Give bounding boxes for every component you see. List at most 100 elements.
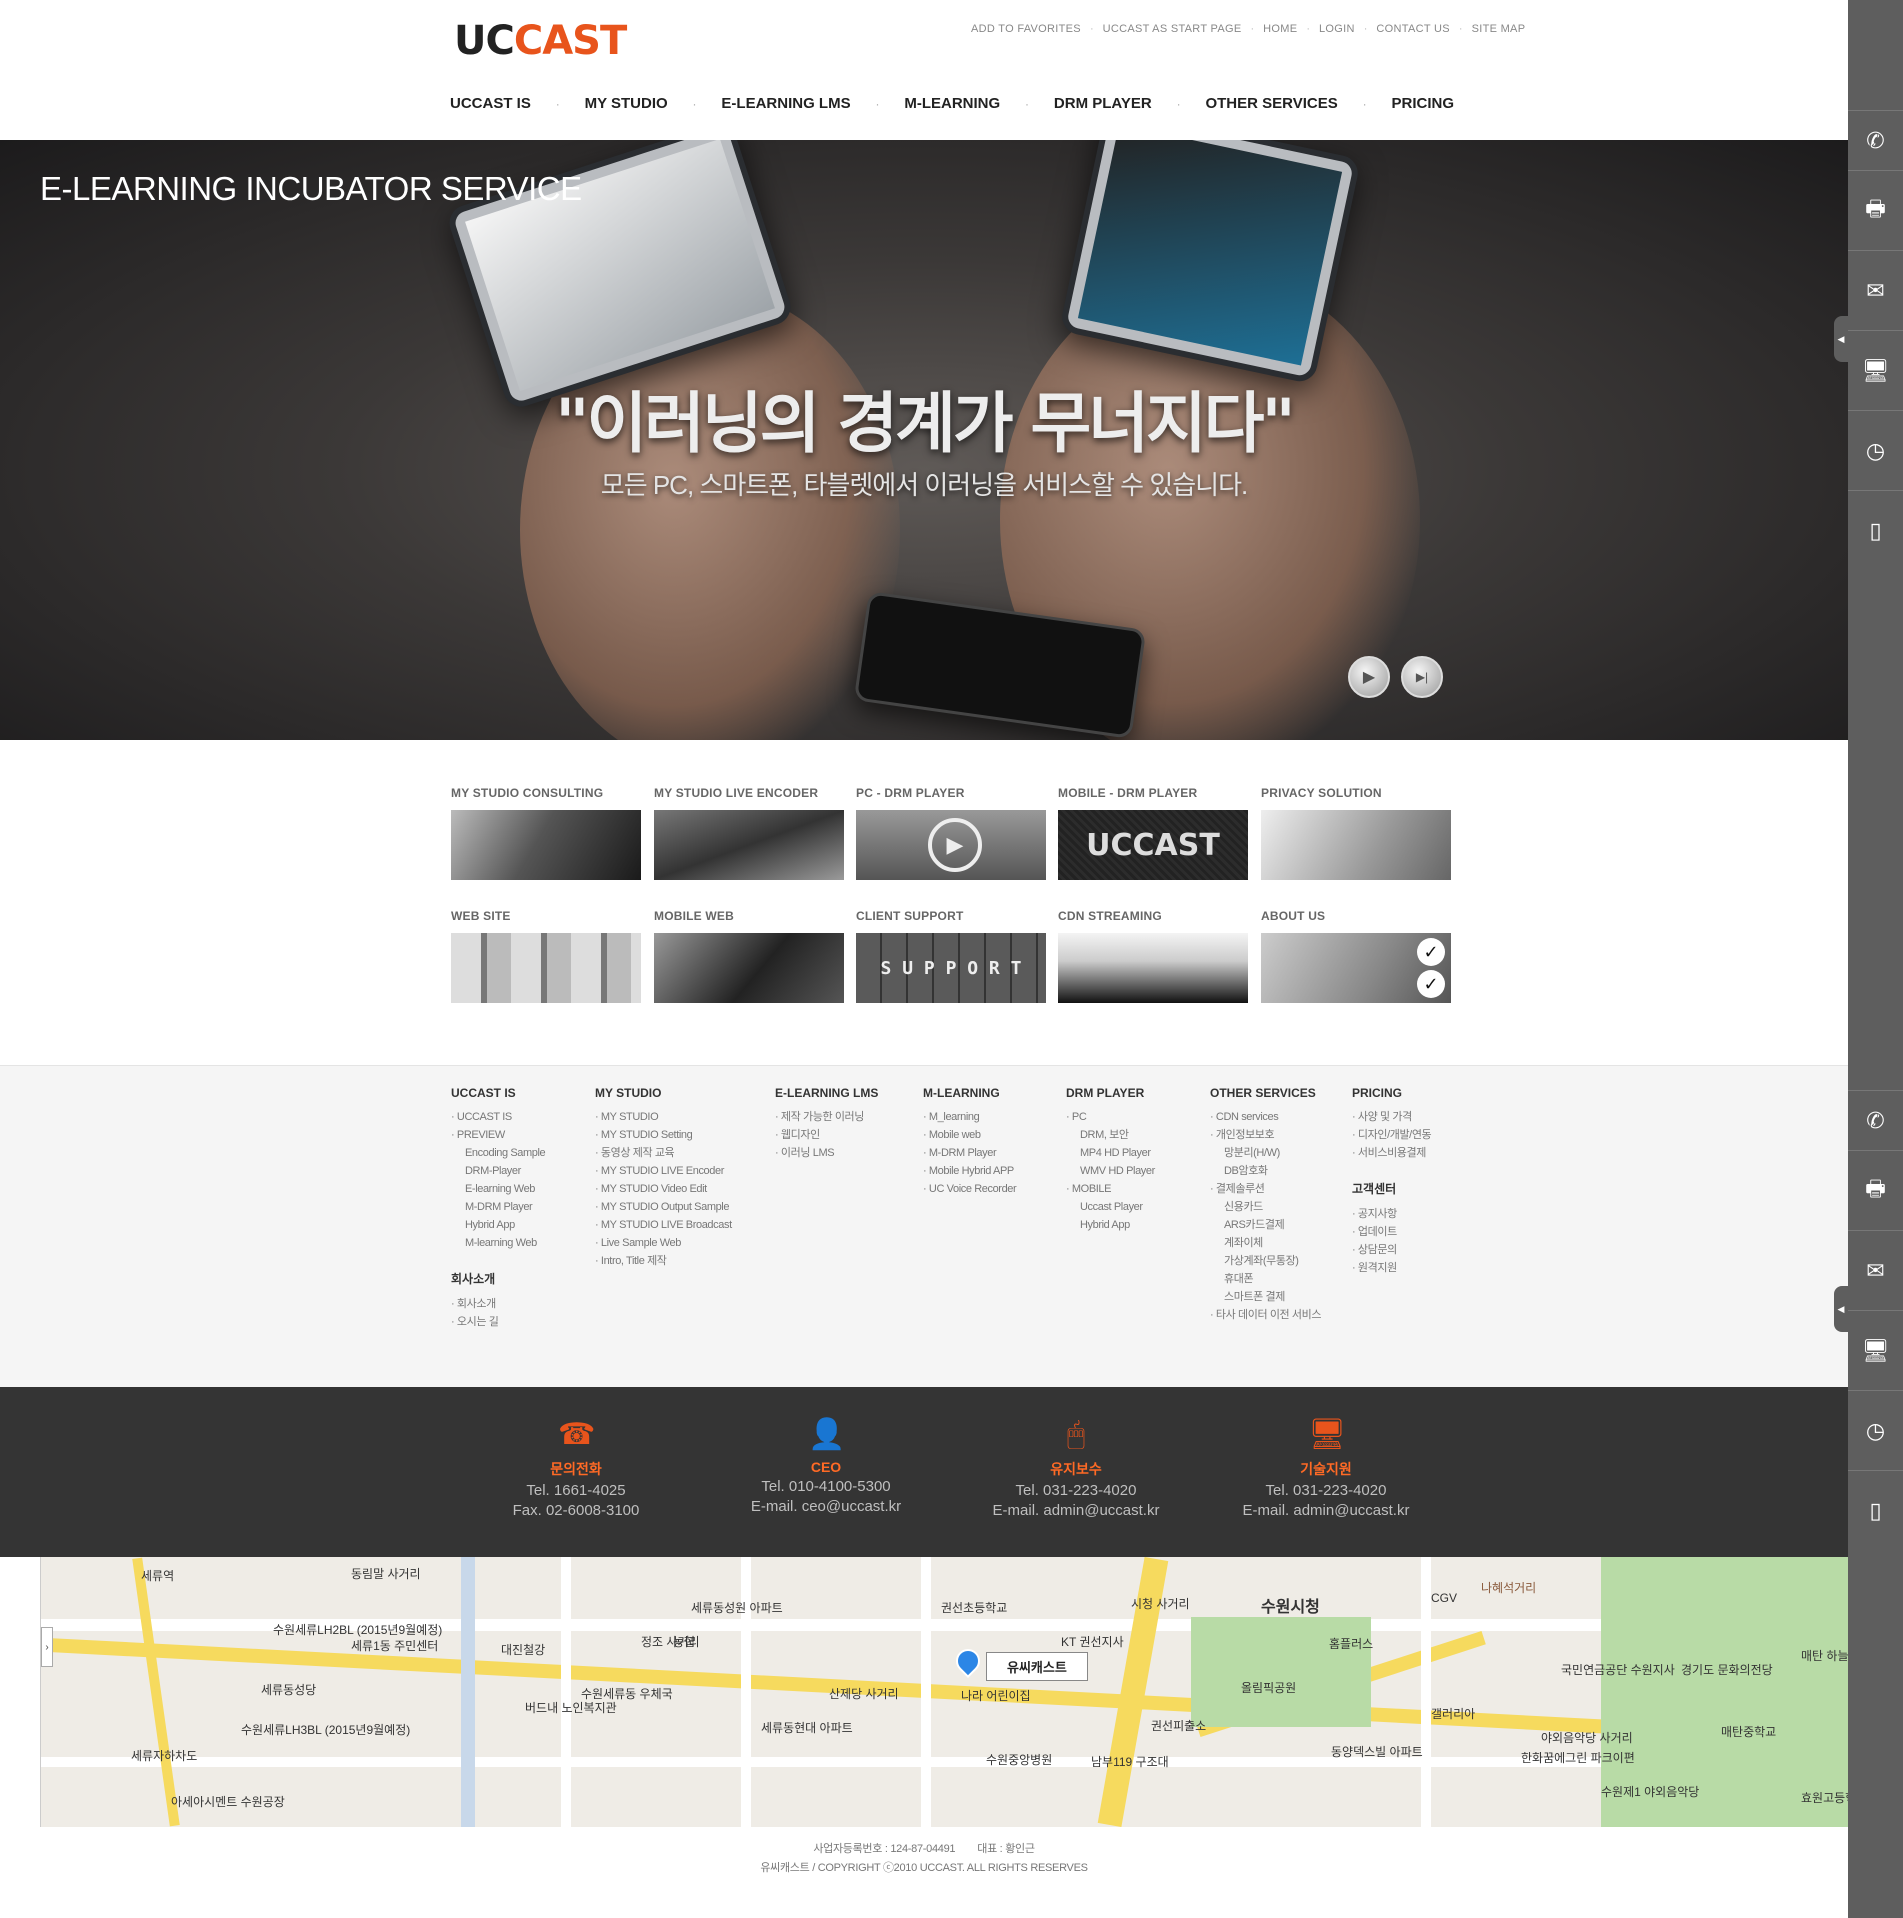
main-nav-item[interactable]: UCCAST IS [450,95,531,112]
quick-fax-button[interactable]: 🖶 [1848,1150,1903,1230]
sitemap-heading[interactable]: OTHER SERVICES [1210,1086,1321,1100]
sitemap-heading[interactable]: PRICING [1352,1086,1431,1100]
util-nav-link[interactable]: UCCAST AS START PAGE [1094,23,1251,35]
quick-phone-button[interactable]: ✆ [1848,1090,1903,1150]
sitemap-link[interactable]: M-DRM Player [923,1144,1016,1162]
sitemap-link[interactable]: Hybrid App [1066,1216,1155,1234]
service-thumbnail[interactable]: S U P P O R T [856,933,1046,1003]
sitemap-link[interactable]: MOBILE [1066,1180,1155,1198]
quick-mobile-button[interactable]: ▯ [1848,1470,1903,1550]
service-tile[interactable]: ABOUT US ✓ ✓ [1261,909,1451,1003]
sitemap-link[interactable]: 사양 및 가격 [1352,1108,1431,1126]
service-tile[interactable]: CLIENT SUPPORT S U P P O R T [856,909,1046,1003]
service-thumbnail[interactable] [451,810,641,880]
sitemap-link[interactable]: DRM-Player [451,1162,545,1180]
service-thumbnail[interactable]: ▶ [856,810,1046,880]
service-thumbnail[interactable] [654,810,844,880]
sitemap-link[interactable]: MY STUDIO Output Sample [595,1198,732,1216]
sitemap-heading[interactable]: 회사소개 [451,1270,545,1287]
quick-phone-button[interactable]: ✆ [1848,110,1903,170]
sitemap-link[interactable]: 상담문의 [1352,1241,1431,1259]
sitemap-link[interactable]: 서비스비용결제 [1352,1144,1431,1162]
sitemap-link[interactable]: DB암호화 [1210,1162,1321,1180]
main-nav-item[interactable]: PRICING [1391,95,1454,112]
sitemap-link[interactable]: 동영상 제작 교육 [595,1144,732,1162]
sitemap-heading[interactable]: M-LEARNING [923,1086,1016,1100]
sitemap-link[interactable]: 이러닝 LMS [775,1144,878,1162]
sitemap-link[interactable]: 휴대폰 [1210,1270,1321,1288]
next-button[interactable]: ▶| [1401,656,1443,698]
sitemap-link[interactable]: 공지사항 [1352,1205,1431,1223]
service-tile[interactable]: WEB SITE [451,909,641,1003]
service-thumbnail[interactable]: UCCAST [1058,810,1248,880]
main-nav-item[interactable]: OTHER SERVICES [1205,95,1337,112]
sitemap-link[interactable]: 제작 가능한 이러닝 [775,1108,878,1126]
sitemap-heading[interactable]: 고객센터 [1352,1180,1431,1197]
sitemap-link[interactable]: 업데이트 [1352,1223,1431,1241]
quick-menu-tab[interactable]: ◀ [1834,1286,1848,1332]
sitemap-link[interactable]: M-DRM Player [451,1198,545,1216]
location-map[interactable]: 동림말 사거리 수원세류LH2BL (2015년9월예정) 세류1동 주민센터 세류동… [40,1557,1848,1827]
util-nav-link[interactable]: SITE MAP [1463,23,1535,35]
service-thumbnail[interactable]: ✓ ✓ [1261,933,1451,1003]
main-nav-item[interactable]: MY STUDIO [585,95,668,112]
sitemap-link[interactable]: 디자인/개발/연동 [1352,1126,1432,1144]
util-nav-link[interactable]: ADD TO FAVORITES [962,23,1090,35]
main-nav-item[interactable]: M-LEARNING [904,95,1000,112]
sitemap-link[interactable]: MY STUDIO Video Edit [595,1180,732,1198]
sitemap-link[interactable]: E-learning Web [451,1180,545,1198]
sitemap-link[interactable]: 웹디자인 [775,1126,878,1144]
sitemap-link[interactable]: 계좌이체 [1210,1234,1321,1252]
sitemap-link[interactable]: Mobile web [923,1126,1016,1144]
play-button[interactable]: ▶ [1348,656,1390,698]
sitemap-link[interactable]: WMV HD Player [1066,1162,1155,1180]
sitemap-link[interactable]: 회사소개 [451,1295,545,1313]
sitemap-link[interactable]: CDN services [1210,1108,1321,1126]
quick-clock-button[interactable]: ◷ [1848,1390,1903,1470]
sitemap-link[interactable]: MY STUDIO Setting [595,1126,732,1144]
sitemap-link[interactable]: 가상계좌(무통장) [1210,1252,1321,1270]
quick-monitor-button[interactable]: 🖥 [1848,330,1903,410]
util-nav-link[interactable]: CONTACT US [1367,23,1459,35]
service-tile[interactable]: CDN STREAMING [1058,909,1248,1003]
sitemap-heading[interactable]: E-LEARNING LMS [775,1086,878,1100]
sitemap-link[interactable]: Hybrid App [451,1216,545,1234]
sitemap-link[interactable]: UC Voice Recorder [923,1180,1017,1198]
sitemap-link[interactable]: MP4 HD Player [1066,1144,1155,1162]
sitemap-link[interactable]: DRM, 보안 [1066,1126,1155,1144]
sitemap-link[interactable]: 오시는 길 [451,1313,545,1331]
sitemap-link[interactable]: Uccast Player [1066,1198,1155,1216]
service-tile[interactable]: PRIVACY SOLUTION [1261,786,1451,880]
main-nav-item[interactable]: DRM PLAYER [1054,95,1152,112]
service-tile[interactable]: MOBILE - DRM PLAYER UCCAST [1058,786,1248,880]
util-nav-link[interactable]: HOME [1254,23,1306,35]
sitemap-link[interactable]: MY STUDIO [595,1108,732,1126]
sitemap-link[interactable]: PC [1066,1108,1155,1126]
sitemap-link[interactable]: 개인정보보호 [1210,1126,1321,1144]
service-thumbnail[interactable] [654,933,844,1003]
sitemap-heading[interactable]: DRM PLAYER [1066,1086,1155,1100]
sitemap-link[interactable]: 망분리(H/W) [1210,1144,1321,1162]
sitemap-link[interactable]: ARS카드결제 [1210,1216,1321,1234]
sitemap-link[interactable]: UCCAST IS [451,1108,545,1126]
sitemap-link[interactable]: PREVIEW [451,1126,545,1144]
quick-clock-button[interactable]: ◷ [1848,410,1903,490]
sitemap-link[interactable]: Live Sample Web [595,1234,732,1252]
quick-monitor-button[interactable]: 🖥 [1848,1310,1903,1390]
sitemap-link[interactable]: MY STUDIO LIVE Encoder [595,1162,732,1180]
main-nav-item[interactable]: E-LEARNING LMS [721,95,850,112]
quick-fax-button[interactable]: 🖶 [1848,170,1903,250]
sitemap-link[interactable]: 스마트폰 결제 [1210,1288,1321,1306]
service-tile[interactable]: MY STUDIO LIVE ENCODER [654,786,844,880]
sitemap-link[interactable]: 타사 데이터 이전 서비스 [1210,1306,1322,1324]
sitemap-link[interactable]: Encoding Sample [451,1144,546,1162]
sitemap-link[interactable]: 결제솔루션 [1210,1180,1321,1198]
map-marker-icon[interactable] [951,1644,985,1678]
service-tile[interactable]: MY STUDIO CONSULTING [451,786,641,880]
sitemap-link[interactable]: 원격지원 [1352,1259,1431,1277]
service-tile[interactable]: MOBILE WEB [654,909,844,1003]
map-toggle-button[interactable]: › [41,1627,53,1667]
sitemap-link[interactable]: Intro, Title 제작 [595,1252,732,1270]
sitemap-link[interactable]: M_learning [923,1108,1016,1126]
util-nav-link[interactable]: LOGIN [1310,23,1364,35]
